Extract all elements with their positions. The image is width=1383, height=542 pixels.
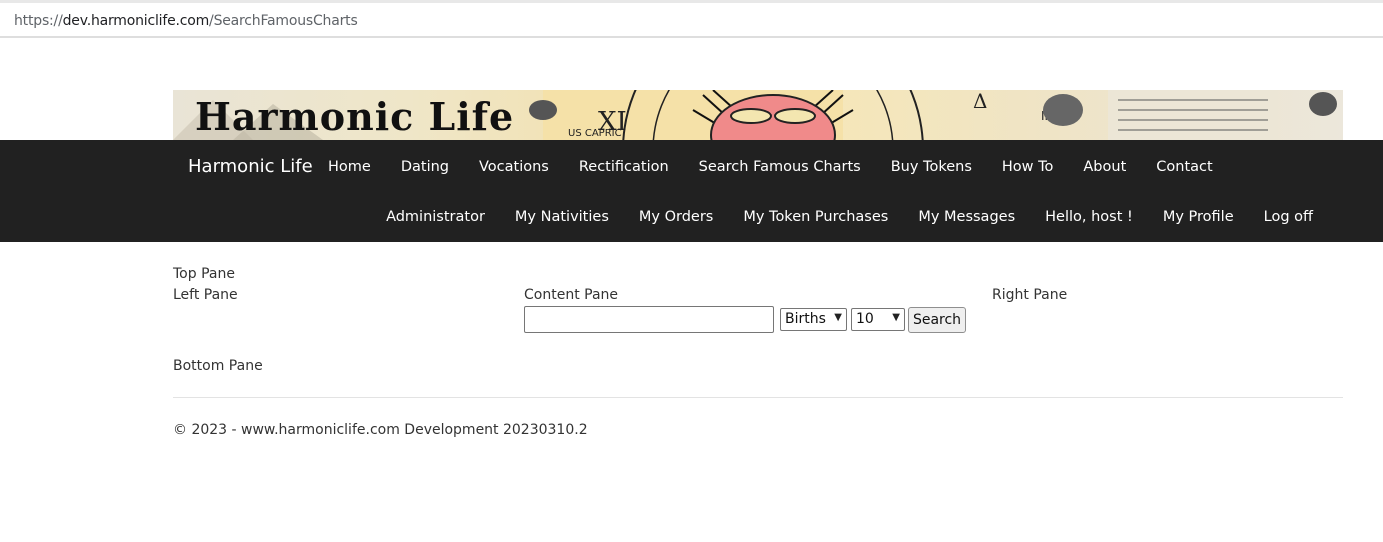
nav-my-profile[interactable]: My Profile bbox=[1163, 209, 1234, 225]
url-host: dev.harmoniclife.com bbox=[62, 13, 210, 29]
nav-home[interactable]: Home bbox=[328, 159, 371, 175]
nav-dating[interactable]: Dating bbox=[401, 159, 449, 175]
result-count-value: 10 bbox=[856, 311, 874, 327]
nav-my-nativities[interactable]: My Nativities bbox=[515, 209, 609, 225]
footer-divider bbox=[173, 397, 1343, 398]
browser-address-bar[interactable]: https://dev.harmoniclife.com/SearchFamou… bbox=[0, 0, 1383, 38]
svg-text:US CAPRIC: US CAPRIC bbox=[568, 128, 622, 139]
right-pane-label: Right Pane bbox=[992, 287, 1068, 303]
banner-logo: Harmonic Life bbox=[195, 94, 515, 139]
nav-my-messages[interactable]: My Messages bbox=[918, 209, 1015, 225]
nav-search-famous-charts[interactable]: Search Famous Charts bbox=[699, 159, 861, 175]
content-pane-label: Content Pane bbox=[524, 287, 619, 303]
left-pane-label: Left Pane bbox=[173, 287, 238, 303]
chart-type-select[interactable]: Births ▼ bbox=[780, 308, 847, 331]
bottom-pane-label: Bottom Pane bbox=[173, 358, 263, 374]
svg-text:Δ: Δ bbox=[973, 90, 987, 113]
nav-hello-user[interactable]: Hello, host ! bbox=[1045, 209, 1133, 225]
search-input[interactable] bbox=[524, 306, 774, 333]
search-button[interactable]: Search bbox=[908, 307, 966, 333]
nav-contact[interactable]: Contact bbox=[1156, 159, 1212, 175]
nav-administrator[interactable]: Administrator bbox=[386, 209, 485, 225]
nav-rectification[interactable]: Rectification bbox=[579, 159, 669, 175]
main-nav: Home Dating Vocations Rectification Sear… bbox=[328, 159, 1243, 175]
top-pane-label: Top Pane bbox=[173, 266, 235, 282]
chevron-down-icon: ▼ bbox=[834, 312, 842, 323]
chart-type-value: Births bbox=[785, 311, 826, 327]
footer-copyright: © 2023 - www.harmoniclife.com Developmen… bbox=[173, 422, 588, 438]
url-text[interactable]: https://dev.harmoniclife.com/SearchFamou… bbox=[14, 13, 358, 29]
main-navbar: Harmonic Life Home Dating Vocations Rect… bbox=[0, 140, 1383, 242]
chevron-down-icon: ▼ bbox=[892, 312, 900, 323]
url-path: /SearchFamousCharts bbox=[209, 13, 358, 29]
nav-my-token-purchases[interactable]: My Token Purchases bbox=[743, 209, 888, 225]
nav-log-off[interactable]: Log off bbox=[1264, 209, 1313, 225]
nav-about[interactable]: About bbox=[1083, 159, 1126, 175]
site-banner: XI US CAPRIC Δ INN Harmonic Life bbox=[173, 90, 1343, 140]
result-count-select[interactable]: 10 ▼ bbox=[851, 308, 905, 331]
nav-vocations[interactable]: Vocations bbox=[479, 159, 549, 175]
nav-how-to[interactable]: How To bbox=[1002, 159, 1054, 175]
url-scheme: https:// bbox=[14, 13, 63, 29]
nav-my-orders[interactable]: My Orders bbox=[639, 209, 713, 225]
nav-buy-tokens[interactable]: Buy Tokens bbox=[891, 159, 972, 175]
navbar-brand[interactable]: Harmonic Life bbox=[188, 156, 313, 177]
user-nav: Administrator My Nativities My Orders My… bbox=[356, 209, 1313, 225]
